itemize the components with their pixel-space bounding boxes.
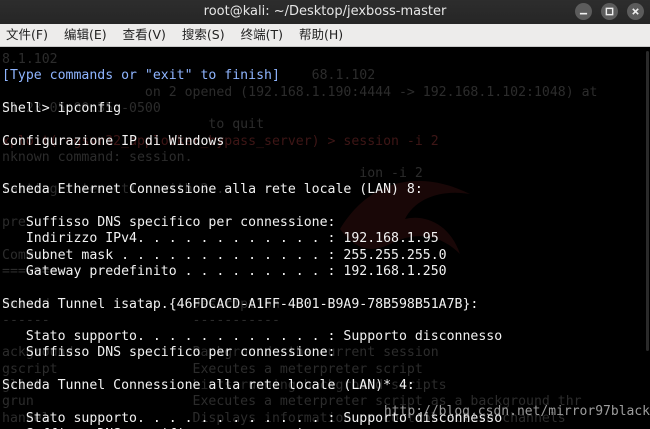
- scrollbar[interactable]: [646, 51, 649, 351]
- output-line: Stato supporto. . . . . . . . . . . . : …: [2, 329, 503, 345]
- scrollback-line: ion -i 2: [2, 166, 423, 182]
- output-line: Subnet mask . . . . . . . . . . . . . : …: [2, 247, 447, 263]
- output-line: Scheda Ethernet Connessione alla rete lo…: [2, 182, 423, 198]
- minimize-icon: [579, 12, 588, 15]
- output-line: Scheda Tunnel Connessione alla rete loca…: [2, 378, 415, 393]
- scrollback-line: on 2 opened (192.168.1.190:4444 -> 192.1…: [2, 84, 598, 100]
- menu-help[interactable]: 帮助(H): [291, 24, 351, 46]
- terminal-window: root@kali: ~/Desktop/jexboss-master 文件(F…: [0, 0, 650, 429]
- output-line: Suffisso DNS specifico per connessione:: [2, 215, 336, 230]
- output-line: Indirizzo IPv4. . . . . . . . . . . . : …: [2, 231, 439, 247]
- menu-search[interactable]: 搜索(S): [174, 24, 233, 46]
- scrollback-line: to quit: [2, 117, 265, 133]
- window-title: root@kali: ~/Desktop/jexboss-master: [203, 4, 447, 19]
- output-line: Gateway predefinito . . . . . . . . . : …: [2, 263, 447, 279]
- blog-watermark: http://blog.csdn.net/mirror97black: [383, 404, 650, 419]
- close-icon: [632, 8, 639, 15]
- menu-view[interactable]: 查看(V): [115, 24, 174, 46]
- output-line: Configurazione IP di Windows: [2, 133, 225, 149]
- scrollback-line: nknown command: session.: [2, 149, 193, 165]
- menu-terminal[interactable]: 终端(T): [233, 24, 291, 46]
- output-line: Scheda Tunnel isatap.{46FDCACD-A1FF-4B01…: [2, 296, 479, 312]
- scrollback-line: ------ -----------: [2, 312, 280, 328]
- minimize-button[interactable]: [575, 3, 592, 20]
- title-bar[interactable]: root@kali: ~/Desktop/jexboss-master: [0, 0, 650, 24]
- menu-edit[interactable]: 编辑(E): [56, 24, 115, 46]
- close-button[interactable]: [627, 3, 644, 20]
- terminal-area[interactable]: 8.1.102 68.1.102 on 2 opened (192.168.1.…: [0, 47, 650, 429]
- scrollback-line: 8.1.102: [2, 52, 58, 67]
- maximize-icon: [605, 7, 614, 16]
- scrollback-line: gscript Executes a meterpreter script: [2, 361, 423, 377]
- menu-bar: 文件(F) 编辑(E) 查看(V) 搜索(S) 终端(T) 帮助(H): [0, 24, 650, 47]
- window-controls: [575, 3, 644, 20]
- menu-file[interactable]: 文件(F): [0, 24, 56, 46]
- prompt-hint-line: [Type commands or "exit" to finish]: [2, 68, 280, 84]
- output-line: Suffisso DNS specifico per connessione:: [2, 345, 336, 361]
- output-line: Shell> ipconfig: [2, 100, 122, 116]
- maximize-button[interactable]: [601, 3, 618, 20]
